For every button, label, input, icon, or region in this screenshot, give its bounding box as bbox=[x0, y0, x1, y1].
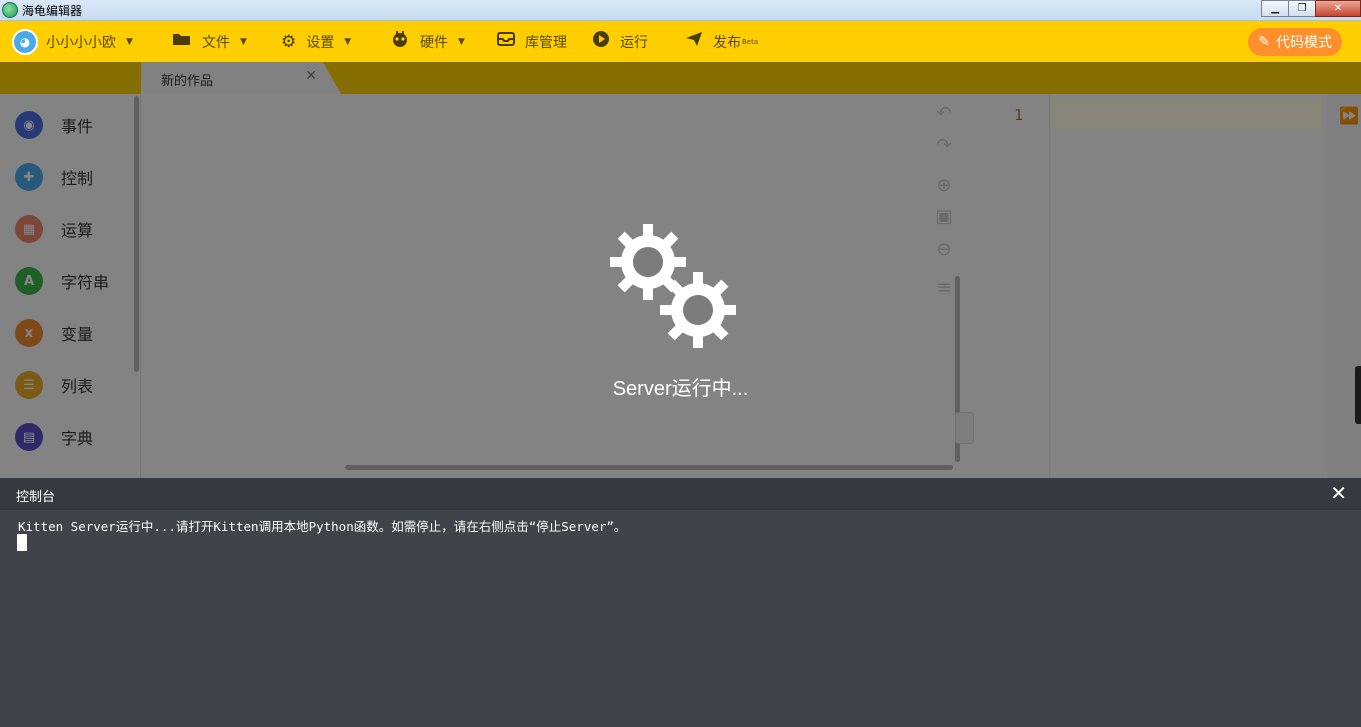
close-icon[interactable]: ✕ bbox=[1330, 482, 1347, 504]
menu-settings[interactable]: ⚙ 设置 ▼ bbox=[281, 21, 351, 62]
menu-library-label: 库管理 bbox=[525, 34, 567, 51]
menu-settings-label: 设置 bbox=[306, 34, 335, 51]
chevron-down-icon: ▼ bbox=[126, 36, 133, 47]
turtle-app-icon bbox=[2, 2, 18, 18]
console-panel: 控制台 ✕ Kitten Server运行中...请打开Kitten调用本地Py… bbox=[0, 478, 1361, 727]
pencil-icon: ✎ bbox=[1258, 34, 1270, 50]
beta-badge: Beta bbox=[742, 37, 759, 46]
send-icon bbox=[685, 31, 703, 52]
inbox-icon bbox=[497, 31, 515, 52]
window-titlebar: 海龟编辑器 ▁ ❐ ✕ bbox=[0, 0, 1361, 21]
window-title: 海龟编辑器 bbox=[22, 4, 83, 18]
chevron-down-icon: ▼ bbox=[344, 36, 352, 47]
server-running-text: Server运行中... bbox=[612, 378, 749, 400]
menu-hardware-label: 硬件 bbox=[420, 34, 448, 51]
menu-publish-label: 发布 bbox=[713, 34, 741, 51]
menu-run[interactable]: 运行 bbox=[592, 21, 648, 62]
minimize-button[interactable]: ▁ bbox=[1261, 0, 1289, 17]
gears-icon bbox=[610, 224, 736, 348]
menu-publish[interactable]: 发布 Beta bbox=[685, 21, 758, 62]
menu-run-label: 运行 bbox=[620, 34, 648, 51]
menu-hardware[interactable]: 硬件 ▼ bbox=[390, 21, 465, 62]
menu-file[interactable]: 文件 ▼ bbox=[172, 21, 247, 62]
menu-file-label: 文件 bbox=[202, 34, 230, 51]
console-title: 控制台 bbox=[16, 490, 56, 505]
window-close-button[interactable]: ✕ bbox=[1315, 0, 1361, 17]
robot-icon bbox=[390, 30, 410, 53]
window-controls: ▁ ❐ ✕ bbox=[1261, 0, 1361, 18]
console-header: 控制台 ✕ bbox=[0, 478, 1361, 510]
code-mode-button[interactable]: ✎ 代码模式 bbox=[1248, 28, 1342, 56]
chevron-down-icon: ▼ bbox=[458, 36, 465, 47]
server-loading-overlay: Server运行中... bbox=[0, 62, 1361, 478]
console-output-line: Kitten Server运行中...请打开Kitten调用本地Python函数… bbox=[18, 519, 627, 534]
user-menu[interactable]: ◕ 小小小小欧 ▼ bbox=[12, 21, 133, 62]
code-mode-label: 代码模式 bbox=[1276, 35, 1332, 51]
play-icon bbox=[592, 30, 610, 53]
username: 小小小小欧 bbox=[46, 34, 116, 51]
chevron-down-icon: ▼ bbox=[240, 36, 247, 47]
avatar: ◕ bbox=[12, 28, 38, 55]
folder-icon bbox=[172, 31, 192, 52]
console-input-cursor[interactable] bbox=[17, 534, 27, 551]
restore-button[interactable]: ❐ bbox=[1288, 0, 1316, 17]
top-toolbar: ◕ 小小小小欧 ▼ 文件 ▼ ⚙ 设置 ▼ 硬件 ▼ 库管理 运行 发布 Bet… bbox=[0, 21, 1361, 62]
gear-icon: ⚙ bbox=[281, 31, 297, 52]
menu-library[interactable]: 库管理 bbox=[497, 21, 567, 62]
